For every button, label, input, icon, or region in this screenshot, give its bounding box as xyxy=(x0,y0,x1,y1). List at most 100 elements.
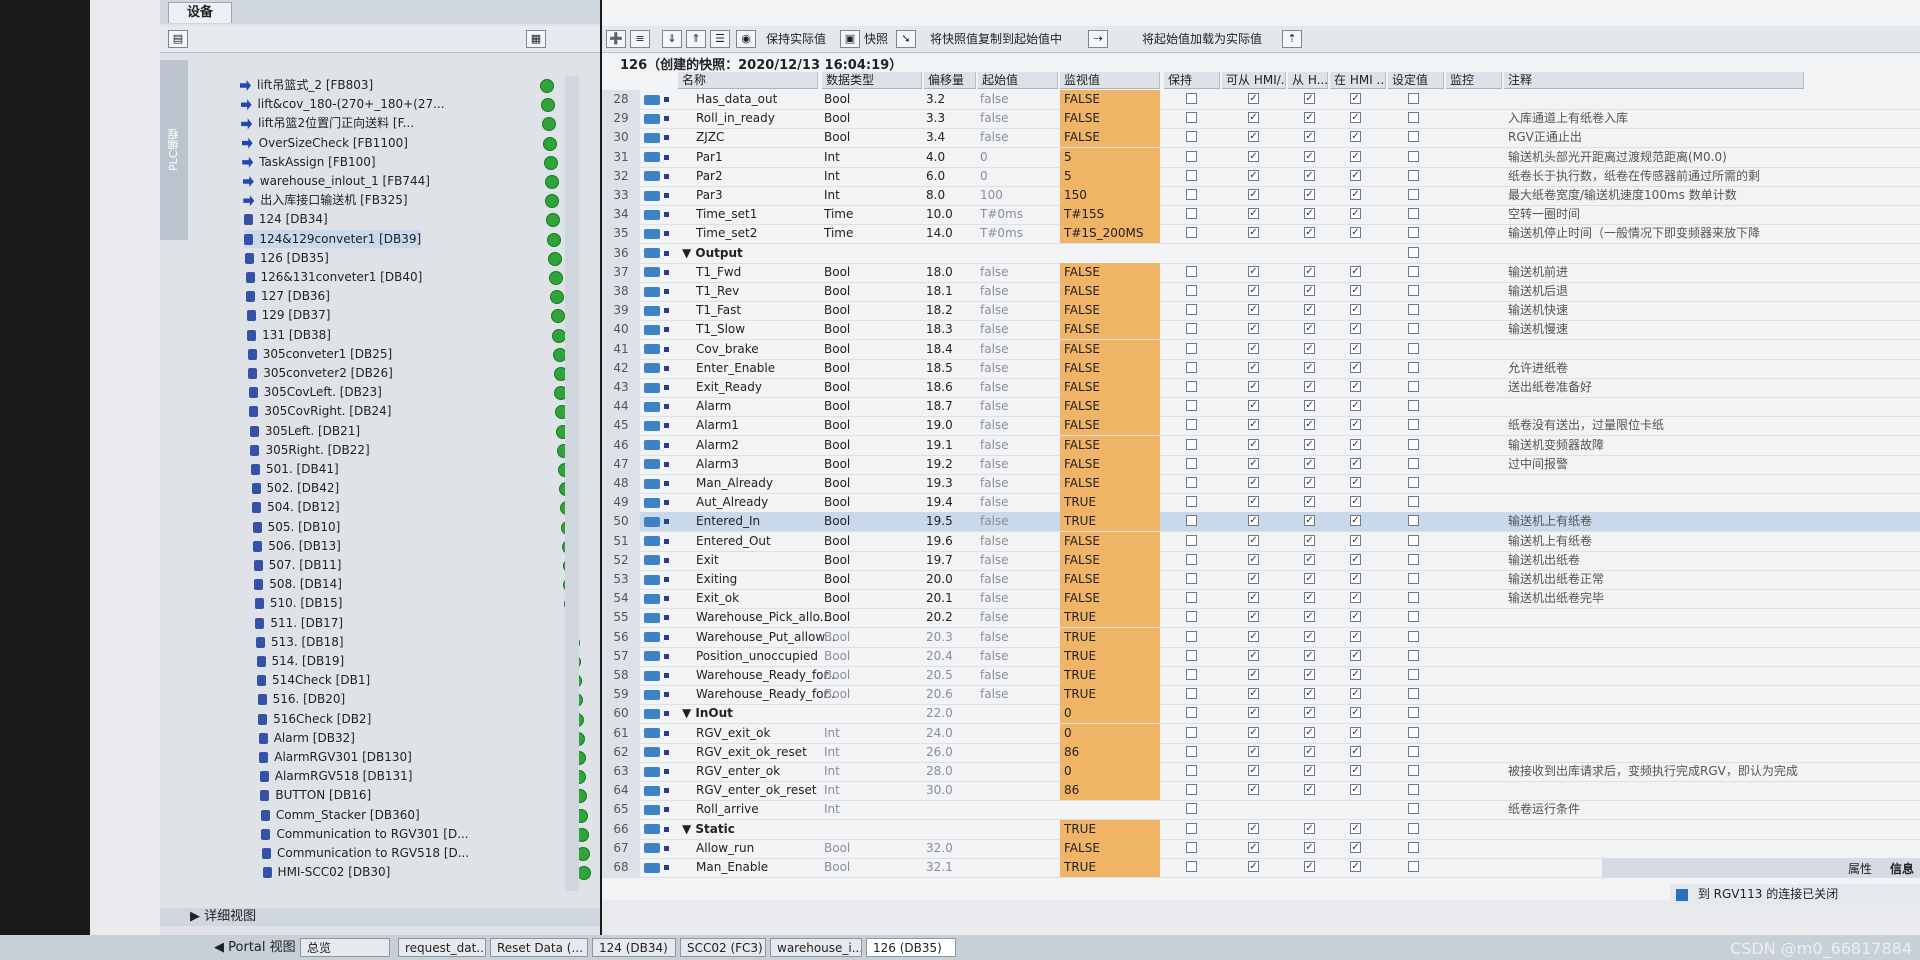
retain-checkbox[interactable] xyxy=(1186,841,1197,853)
variable-name[interactable]: Entered_In xyxy=(696,512,836,531)
variable-monitor-value[interactable]: FALSE xyxy=(1060,589,1160,609)
tree-item[interactable]: lift吊篮式_2 [FB803] xyxy=(240,76,554,94)
variable-datatype[interactable]: Bool xyxy=(824,589,924,608)
tree-item[interactable]: BUTTON [DB16] xyxy=(260,786,588,804)
tree-item[interactable]: 305CovRight. [DB24] xyxy=(249,402,570,420)
variable-datatype[interactable]: Int xyxy=(824,724,924,743)
variable-comment[interactable]: RGV正通止出 xyxy=(1508,128,1808,147)
setpoint-checkbox[interactable] xyxy=(1408,169,1419,181)
retain-checkbox[interactable] xyxy=(1186,707,1197,719)
variable-monitor-value[interactable]: FALSE xyxy=(1060,320,1160,340)
tree-item[interactable]: 出入库接口输送机 [FB325] xyxy=(243,191,560,209)
variable-name[interactable]: Warehouse_Put_allow... xyxy=(696,628,836,647)
variable-comment[interactable]: 输送机快速 xyxy=(1508,301,1808,320)
setpoint-checkbox[interactable] xyxy=(1408,304,1419,316)
retain-checkbox[interactable] xyxy=(1186,227,1197,239)
keep-actual-icon[interactable]: ▣ xyxy=(840,30,860,48)
variable-offset[interactable]: 6.0 xyxy=(926,167,976,186)
variable-start-value[interactable] xyxy=(980,858,1058,877)
hmi-visible-checkbox[interactable]: ✓ xyxy=(1350,419,1361,431)
variable-offset[interactable]: 26.0 xyxy=(926,743,976,762)
variable-monitor-value[interactable]: T#1S_200MS xyxy=(1060,224,1160,244)
variable-name[interactable]: Man_Enable xyxy=(696,858,836,877)
retain-checkbox[interactable] xyxy=(1186,169,1197,181)
variable-datatype[interactable]: Bool xyxy=(824,647,924,666)
hmi-visible-checkbox[interactable]: ✓ xyxy=(1350,400,1361,412)
retain-checkbox[interactable] xyxy=(1186,553,1197,565)
variable-monitor-value[interactable]: 0 xyxy=(1060,704,1160,724)
variable-name[interactable]: Roll_arrive xyxy=(696,800,836,819)
tree-item[interactable]: 124&129conveter1 [DB39] xyxy=(244,229,562,248)
variable-offset[interactable]: 22.0 xyxy=(926,704,976,723)
variable-offset[interactable]: 20.4 xyxy=(926,647,976,666)
hmi-write-checkbox[interactable]: ✓ xyxy=(1304,227,1315,239)
setpoint-checkbox[interactable] xyxy=(1408,131,1419,143)
variable-monitor-value[interactable]: TRUE xyxy=(1060,512,1160,532)
table-row[interactable]: 35 Time_set2 Time 14.0 T#0ms T#1S_200MS ✓ ✓ ✓ 输送机… xyxy=(602,224,1920,245)
variable-offset[interactable]: 19.1 xyxy=(926,436,976,455)
table-row[interactable]: 51 Entered_Out Bool 19.6 false FALSE ✓ ✓ ✓ 输送机上有纸… xyxy=(602,531,1920,552)
variable-offset[interactable]: 18.2 xyxy=(926,301,976,320)
setpoint-checkbox[interactable] xyxy=(1408,534,1419,546)
hmi-write-checkbox[interactable]: ✓ xyxy=(1304,323,1315,335)
variable-name[interactable]: RGV_enter_ok_reset xyxy=(696,781,836,800)
setpoint-checkbox[interactable] xyxy=(1408,419,1419,431)
tree-item[interactable]: 131 [DB38] xyxy=(247,326,566,344)
table-row[interactable]: 53 Exiting Bool 20.0 false FALSE ✓ ✓ ✓ 输送机出纸卷正常 xyxy=(602,570,1920,590)
variable-monitor-value[interactable]: FALSE xyxy=(1060,262,1160,282)
hmi-access-checkbox[interactable]: ✓ xyxy=(1248,131,1259,143)
copy-snapshot-icon[interactable]: ⇢ xyxy=(1088,30,1108,48)
hmi-visible-checkbox[interactable]: ✓ xyxy=(1350,265,1361,277)
variable-name[interactable]: RGV_exit_ok xyxy=(696,724,836,743)
variable-monitor-value[interactable]: TRUE xyxy=(1060,493,1160,513)
retain-checkbox[interactable] xyxy=(1186,822,1197,834)
retain-checkbox[interactable] xyxy=(1186,112,1197,124)
setpoint-checkbox[interactable] xyxy=(1408,669,1419,680)
hmi-access-checkbox[interactable]: ✓ xyxy=(1248,496,1259,508)
variable-start-value[interactable]: false xyxy=(980,416,1058,435)
table-row[interactable]: 54 Exit_ok Bool 20.1 false FALSE ✓ ✓ ✓ 输送机出纸卷完毕 xyxy=(602,589,1920,610)
setpoint-checkbox[interactable] xyxy=(1408,438,1419,450)
variable-comment[interactable]: 输送机头部光开距离过渡规范距离(M0.0) xyxy=(1508,148,1808,167)
retain-checkbox[interactable] xyxy=(1186,803,1197,815)
tree-item[interactable]: lift&cov_180-(270+_180+(27... xyxy=(240,95,555,113)
variable-datatype[interactable]: Bool xyxy=(824,90,924,109)
hmi-access-checkbox[interactable]: ✓ xyxy=(1248,208,1259,220)
table-row[interactable]: 37 T1_Fwd Bool 18.0 false FALSE ✓ ✓ ✓ 输送机前进 xyxy=(602,262,1920,283)
variable-datatype[interactable] xyxy=(824,704,924,723)
hmi-access-checkbox[interactable]: ✓ xyxy=(1248,342,1259,354)
variable-offset[interactable]: 32.0 xyxy=(926,839,976,858)
table-row[interactable]: 29 Roll_in_ready Bool 3.3 false FALSE ✓ ✓ ✓ 入库通道上… xyxy=(602,109,1920,130)
editor-tab[interactable]: request_dat... xyxy=(398,938,486,957)
table-row[interactable]: 31 Par1 Int 4.0 0 5 ✓ ✓ ✓ 输送机头部光开距离过渡规范距离(M0.0) xyxy=(602,147,1920,168)
tree-item[interactable]: 305conveter1 [DB25] xyxy=(247,345,567,363)
hmi-write-checkbox[interactable]: ✓ xyxy=(1304,189,1315,200)
hmi-visible-checkbox[interactable]: ✓ xyxy=(1350,208,1361,220)
tree-item[interactable]: OverSizeCheck [FB1100] xyxy=(241,134,557,152)
hmi-write-checkbox[interactable]: ✓ xyxy=(1304,726,1315,738)
variable-start-value[interactable] xyxy=(980,762,1058,781)
hmi-write-checkbox[interactable]: ✓ xyxy=(1304,477,1315,488)
hmi-access-checkbox[interactable]: ✓ xyxy=(1248,438,1259,450)
variable-offset[interactable]: 3.4 xyxy=(926,128,976,147)
table-row[interactable]: 45 Alarm1 Bool 19.0 false FALSE ✓ ✓ ✓ 纸卷没有送出，过量限位… xyxy=(602,416,1920,437)
variable-datatype[interactable]: Bool xyxy=(824,839,924,858)
retain-checkbox[interactable] xyxy=(1186,361,1197,373)
tree-item[interactable]: 510. [DB15] xyxy=(254,594,579,612)
variable-name[interactable]: T1_Rev xyxy=(696,282,836,301)
setpoint-checkbox[interactable] xyxy=(1408,803,1419,815)
variable-start-value[interactable]: false xyxy=(980,90,1058,109)
variable-start-value[interactable]: false xyxy=(980,570,1058,589)
variable-name[interactable]: Exit_ok xyxy=(696,589,836,608)
hmi-visible-checkbox[interactable]: ✓ xyxy=(1350,765,1361,776)
variable-datatype[interactable]: Bool xyxy=(824,128,924,147)
editor-tab[interactable]: Reset Data (... xyxy=(490,938,588,957)
variable-monitor-value[interactable]: FALSE xyxy=(1060,109,1160,129)
variable-monitor-value[interactable]: FALSE xyxy=(1060,358,1160,378)
variable-monitor-value[interactable]: 0 xyxy=(1060,762,1160,781)
variable-start-value[interactable]: false xyxy=(980,474,1058,493)
variable-monitor-value[interactable]: FALSE xyxy=(1060,339,1160,359)
setpoint-checkbox[interactable] xyxy=(1408,726,1419,738)
variable-datatype[interactable]: Bool xyxy=(824,570,924,589)
variable-monitor-value[interactable]: TRUE xyxy=(1060,627,1160,647)
